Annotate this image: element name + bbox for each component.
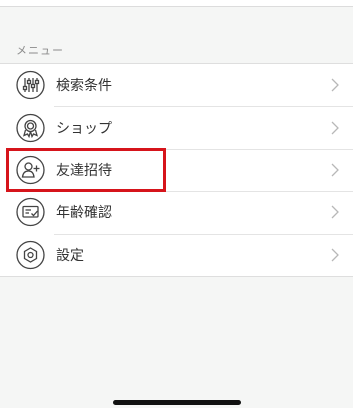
menu-item-label: 設定 xyxy=(56,247,84,264)
settings-hexagon-icon xyxy=(16,240,45,269)
sliders-icon xyxy=(16,71,45,100)
home-indicator xyxy=(113,400,241,405)
badge-icon xyxy=(16,113,45,142)
chevron-right-icon xyxy=(331,163,339,177)
menu-item-shop[interactable]: ショップ xyxy=(0,106,353,148)
chevron-right-icon xyxy=(331,205,339,219)
menu-item-settings[interactable]: 設定 xyxy=(0,233,353,276)
id-card-check-icon xyxy=(16,198,45,227)
menu-item-label: ショップ xyxy=(56,120,112,137)
top-card-edge xyxy=(0,0,353,7)
chevron-right-icon xyxy=(331,78,339,92)
chevron-right-icon xyxy=(331,248,339,262)
highlight-box-invite-friends xyxy=(6,148,166,192)
menu-item-label: 年齢確認 xyxy=(56,205,112,222)
menu-item-label: 検索条件 xyxy=(56,78,112,95)
menu-item-search-conditions[interactable]: 検索条件 xyxy=(0,64,353,106)
chevron-right-icon xyxy=(331,121,339,135)
section-header-menu: メニュー xyxy=(16,44,64,57)
menu-item-age-verification[interactable]: 年齢確認 xyxy=(0,191,353,233)
